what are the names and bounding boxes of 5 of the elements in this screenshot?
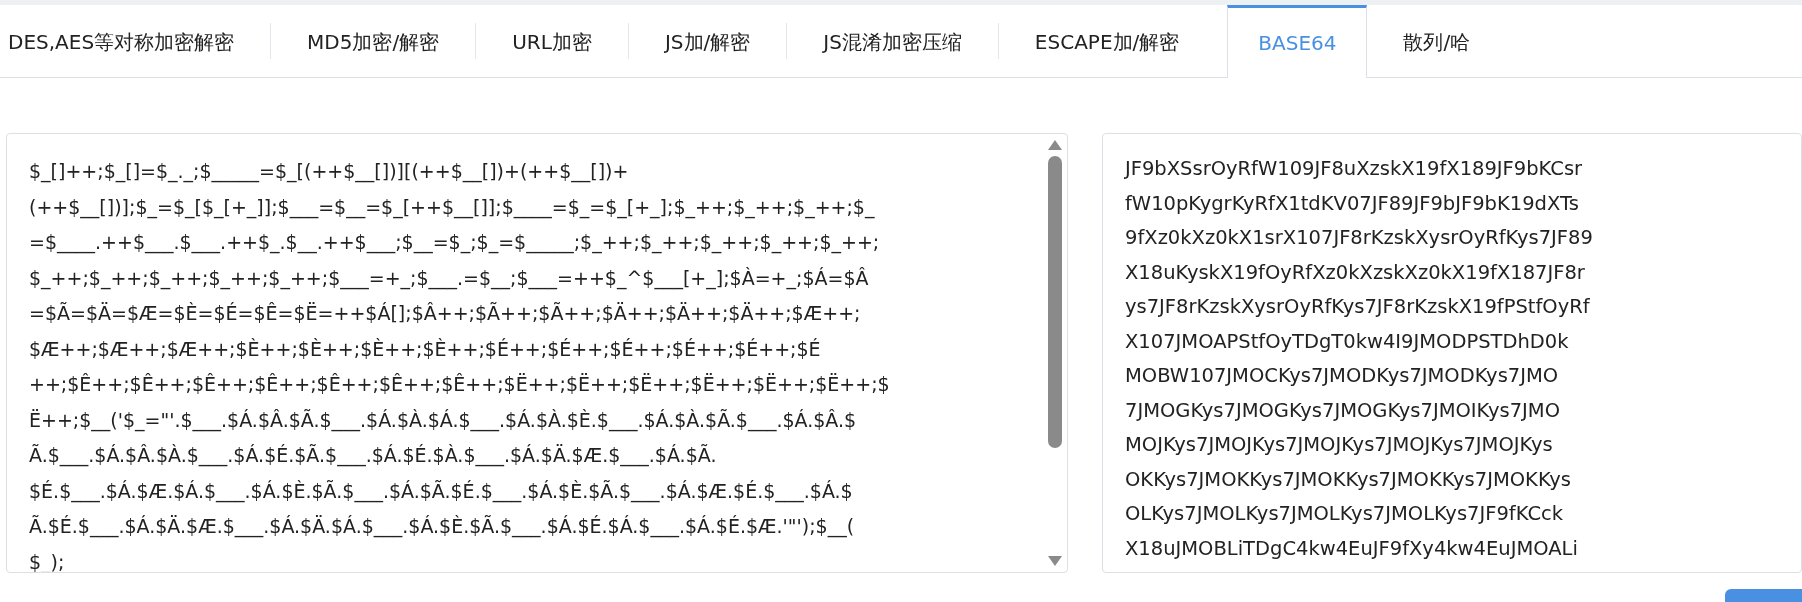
- scroll-up-icon[interactable]: [1048, 140, 1062, 150]
- text-area[interactable]: [6, 133, 1068, 573]
- base64-text: JF9bXSsrOyRfW109JF8uXzskX19fX189JF9bKCsr fW10pKygrKyRfX1tdKV07JF89JF9bJF9bK19dXTs 9fXz0kXz0kX1srX107JF8rKzskXysrOyRfKys7JF89 X18uKyskX19fOyRfXz0kXzskXz0kX19fX187JF8r ys7JF8rKzskXysrOyRfKys7JF8rKzskX19fPStfOyRf X107JMOAPStfOyTDgT0kw4I9JMODPSTDhD0k MOBW107JMOCKys7JMODKys7JMODKys7JMO 7JMOGKys7JMOGKys7JMOGKys7JMOIKys7JMO MOJKys7JMOJKys7JMOJKys7JMOJKys7JMOJKys OKKys7JMOKKys7JMOKKys7JMOKKys7JMOKKys OLKys7JMOLKys7JMOLKys7JMOLKys7JF9fKCck X18uJMOBLiTDgC4kw4EuJF9fXy4kw4EuJMOALi: [1123, 156, 1594, 562]
- scroll-down-icon[interactable]: [1048, 556, 1062, 566]
- text-area[interactable]: [1102, 133, 1802, 573]
